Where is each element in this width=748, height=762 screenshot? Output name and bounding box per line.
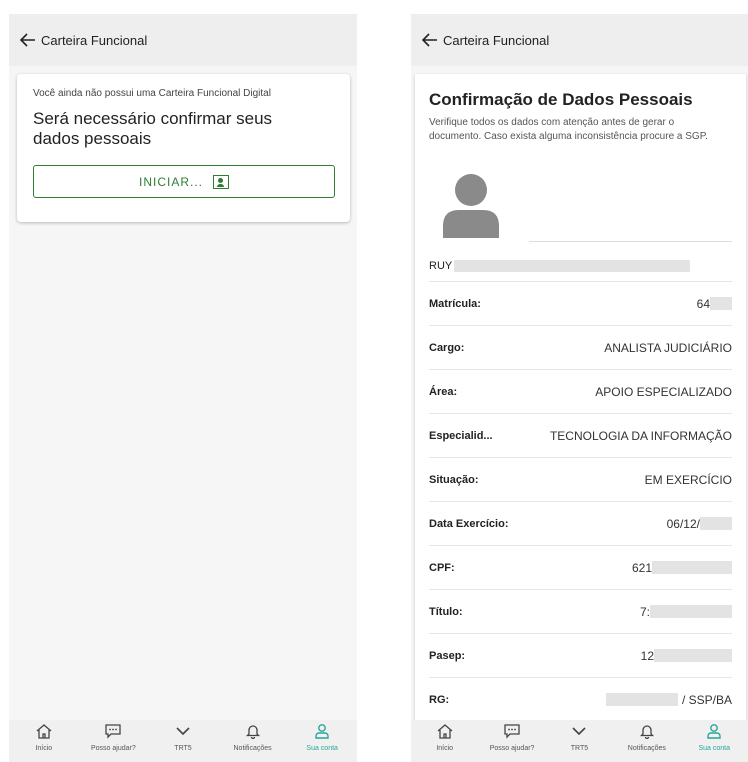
- field-value: 06/12/: [667, 517, 732, 531]
- chat-icon: [103, 722, 123, 740]
- person-icon: [704, 722, 724, 740]
- nav-label: Posso ajudar?: [91, 745, 136, 752]
- name-field: RUY: [429, 250, 732, 282]
- field-label: Situação:: [429, 473, 479, 486]
- field-row-pasep: Pasep: 12: [429, 634, 732, 678]
- field-value: ANALISTA JUDICIÁRIO: [604, 340, 732, 355]
- nav-item-notificacoes[interactable]: Notificações: [222, 722, 284, 752]
- home-icon: [435, 722, 455, 740]
- nav-label: Posso ajudar?: [489, 745, 535, 752]
- home-icon: [34, 722, 54, 740]
- bottom-nav: Início Posso ajudar? TRT5 Notificações S…: [9, 720, 357, 762]
- field-label: CPF:: [429, 561, 455, 574]
- nav-item-notificacoes[interactable]: Notificações: [616, 722, 678, 752]
- photo-area: [429, 170, 732, 250]
- field-value-text: 12: [640, 648, 654, 663]
- confirm-headline: Será necessário confirmar seus dados pes…: [33, 109, 273, 148]
- nav-label: Sua conta: [698, 745, 731, 752]
- field-value: APOIO ESPECIALIZADO: [595, 384, 732, 399]
- avatar-placeholder-icon: [443, 174, 499, 238]
- nav-label: TRT5: [570, 745, 589, 752]
- field-label: Pasep:: [429, 649, 466, 662]
- redacted-block: [454, 259, 691, 272]
- field-row-cargo: Cargo: ANALISTA JUDICIÁRIO: [429, 326, 732, 370]
- person-icon: [312, 722, 332, 740]
- field-row-data-exercicio: Data Exercício: 06/12/: [429, 502, 732, 546]
- bottom-nav: Início Posso ajudar? TRT5 Notificações S…: [411, 720, 748, 762]
- field-row-matricula: Matrícula: 64: [429, 282, 732, 326]
- field-value-text: 7:: [639, 604, 650, 619]
- left-screen: Carteira Funcional Você ainda não possui…: [9, 14, 357, 762]
- nav-item-inicio[interactable]: Início: [414, 722, 476, 752]
- app-bar-title: Carteira Funcional: [41, 32, 148, 48]
- chevron-down-icon: [569, 722, 589, 740]
- redacted-block: [654, 649, 732, 662]
- field-row-especialidade: Especialid... TECNOLOGIA DA INFORMAÇÃO: [429, 414, 732, 458]
- nav-label: Notificações: [233, 745, 272, 752]
- nav-item-inicio[interactable]: Início: [13, 722, 75, 752]
- field-value: TECNOLOGIA DA INFORMAÇÃO: [549, 428, 732, 443]
- back-arrow-icon[interactable]: [19, 31, 37, 49]
- right-screen: Carteira Funcional Confirmação de Dados …: [411, 14, 748, 762]
- id-card-icon: [213, 174, 229, 189]
- field-label: Título:: [429, 605, 463, 618]
- field-row-situacao: Situação: EM EXERCÍCIO: [429, 458, 732, 502]
- field-label: Data Exercício:: [429, 517, 509, 530]
- field-value: EM EXERCÍCIO: [644, 472, 732, 487]
- name-prefix: RUY: [429, 259, 453, 272]
- nav-item-trt5[interactable]: TRT5: [548, 722, 610, 752]
- no-card-notice-card: Você ainda não possui uma Carteira Funci…: [17, 74, 350, 222]
- field-row-cpf: CPF: 621: [429, 546, 732, 590]
- field-value: 7:: [640, 605, 732, 619]
- field-label: Matrícula:: [429, 297, 481, 310]
- start-button-label: INICIAR...: [138, 174, 203, 189]
- nav-item-posso-ajudar[interactable]: Posso ajudar?: [82, 722, 144, 752]
- bell-icon: [637, 722, 657, 740]
- field-value: 64: [697, 297, 732, 311]
- nav-label: Notificações: [627, 745, 666, 752]
- personal-data-card: Confirmação de Dados Pessoais Verifique …: [415, 74, 746, 762]
- divider: [529, 241, 732, 242]
- app-bar: Carteira Funcional: [411, 14, 748, 66]
- back-arrow-icon[interactable]: [421, 31, 439, 49]
- field-value-text: 64: [696, 296, 710, 311]
- field-value-text: / SSP/BA: [681, 692, 732, 707]
- nav-label: Início: [35, 745, 53, 752]
- field-value: 12: [641, 649, 732, 663]
- field-value-text: 621: [631, 560, 652, 575]
- chat-icon: [502, 722, 522, 740]
- nav-item-posso-ajudar[interactable]: Posso ajudar?: [481, 722, 543, 752]
- field-label: Área:: [429, 385, 458, 398]
- field-value-text: 06/12/: [666, 516, 700, 531]
- field-value: 621: [632, 561, 732, 575]
- start-button[interactable]: INICIAR...: [33, 165, 335, 198]
- redacted-block: [710, 297, 732, 310]
- nav-item-sua-conta[interactable]: Sua conta: [683, 722, 745, 752]
- nav-item-trt5[interactable]: TRT5: [152, 722, 214, 752]
- field-row-area: Área: APOIO ESPECIALIZADO: [429, 370, 732, 414]
- nav-label: TRT5: [174, 745, 192, 752]
- field-label: Especialid...: [429, 429, 493, 442]
- redacted-block: [700, 517, 732, 530]
- no-card-notice: Você ainda não possui uma Carteira Funci…: [33, 88, 271, 99]
- field-row-rg: RG: / SSP/BA: [429, 678, 732, 722]
- instructions-text: Verifique todos os dados com atenção ant…: [429, 117, 708, 142]
- nav-label: Início: [436, 745, 454, 752]
- field-value: / SSP/BA: [605, 692, 732, 707]
- chevron-down-icon: [173, 722, 193, 740]
- nav-label: Sua conta: [306, 745, 338, 752]
- redacted-block: [652, 561, 732, 574]
- page-title: Confirmação de Dados Pessoais: [429, 90, 693, 109]
- app-bar-title: Carteira Funcional: [443, 32, 550, 48]
- nav-item-sua-conta[interactable]: Sua conta: [291, 722, 353, 752]
- field-row-titulo: Título: 7:: [429, 590, 732, 634]
- redacted-block: [650, 605, 732, 618]
- redacted-block: [605, 693, 678, 706]
- field-label: RG:: [429, 693, 450, 706]
- field-label: Cargo:: [429, 341, 465, 354]
- app-bar: Carteira Funcional: [9, 14, 357, 66]
- bell-icon: [243, 722, 263, 740]
